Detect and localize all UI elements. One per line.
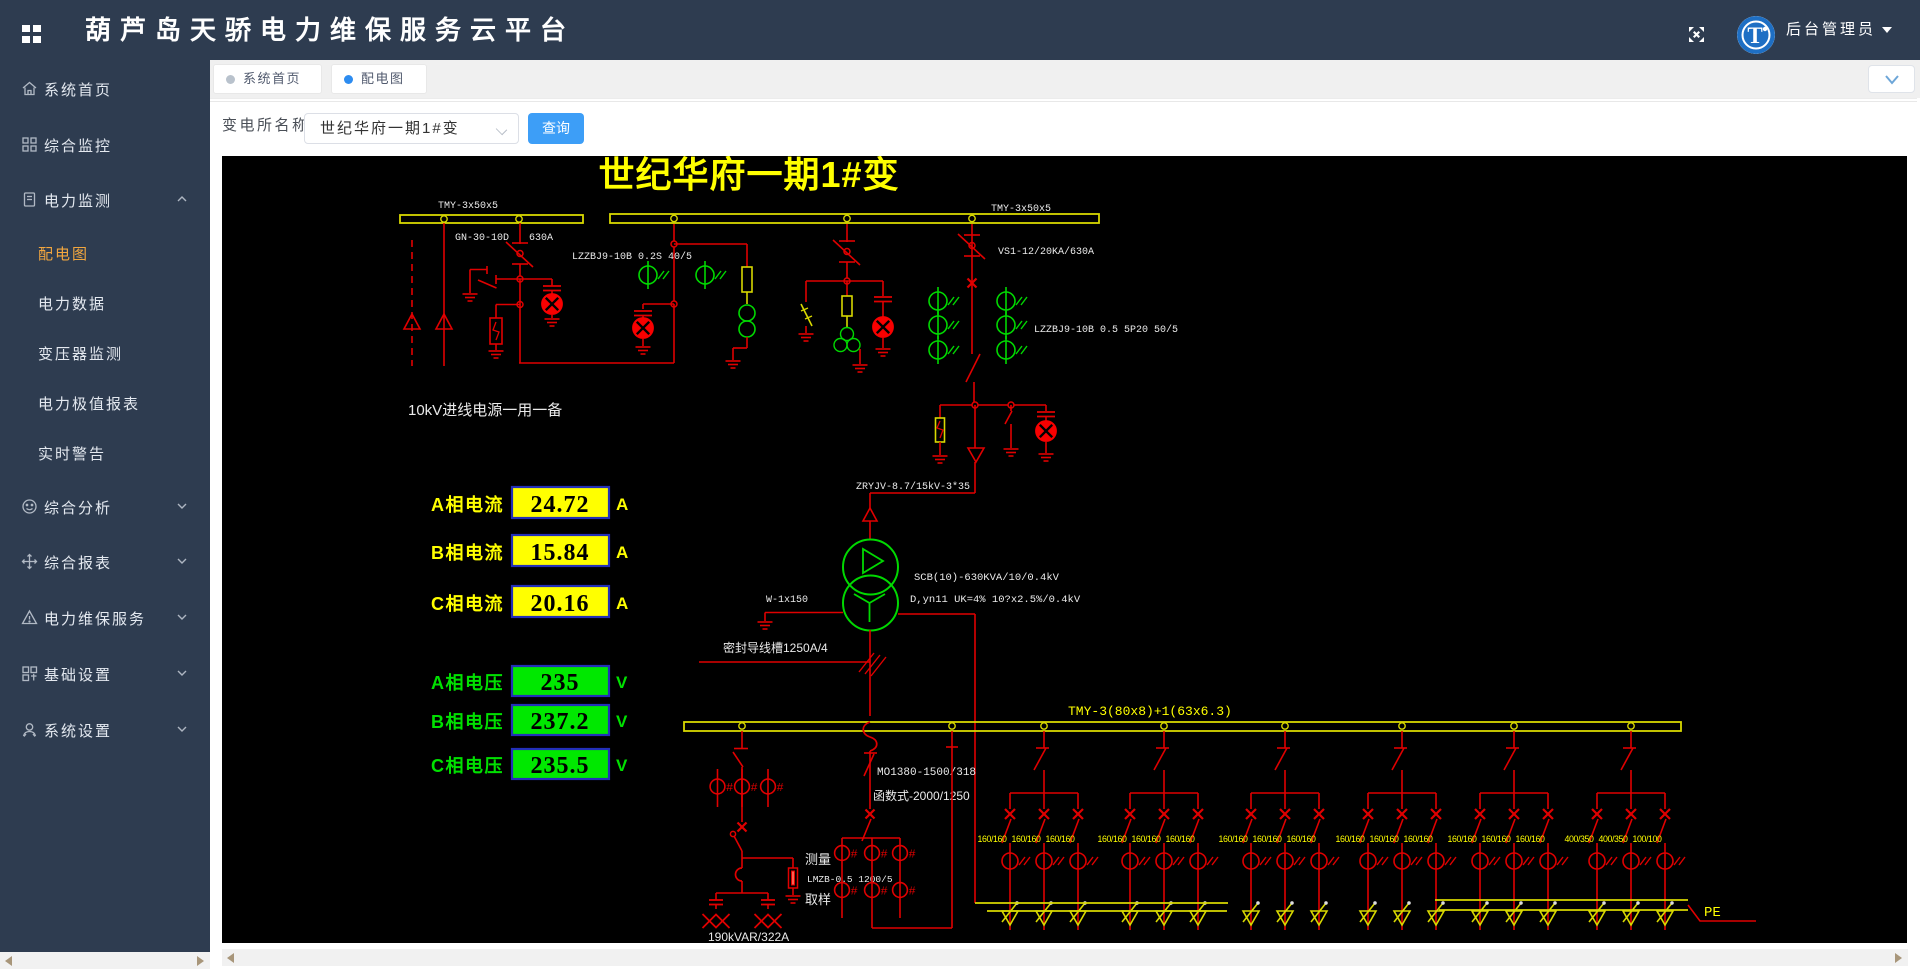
svg-text:C相电流: C相电流 <box>431 593 504 614</box>
svg-text:160/160: 160/160 <box>1219 834 1249 844</box>
svg-text:#: # <box>851 885 858 899</box>
svg-text:#: # <box>909 848 916 862</box>
svg-text:D,yn11 UK=4% 10?x2.5%/0.4kV: D,yn11 UK=4% 10?x2.5%/0.4kV <box>910 594 1081 606</box>
svg-text:160/160: 160/160 <box>1098 834 1128 844</box>
svg-text:A: A <box>616 495 628 514</box>
svg-text:630A: 630A <box>529 233 553 244</box>
svg-text:GN-30-10D: GN-30-10D <box>455 233 509 244</box>
svg-text:世纪华府一期1#变: 世纪华府一期1#变 <box>598 156 899 195</box>
svg-text:235: 235 <box>541 670 580 696</box>
svg-text:V: V <box>616 712 628 731</box>
svg-text:237.2: 237.2 <box>531 709 590 735</box>
svg-text:LZZBJ9-10B 0.5 5P20 50/5: LZZBJ9-10B 0.5 5P20 50/5 <box>1034 324 1178 336</box>
svg-text:V: V <box>616 673 628 692</box>
svg-text:160/160: 160/160 <box>1253 834 1283 844</box>
svg-text:160/160: 160/160 <box>1287 834 1317 844</box>
svg-text:24.72: 24.72 <box>531 492 590 518</box>
svg-text:#: # <box>881 885 888 899</box>
svg-text:160/160: 160/160 <box>1012 834 1042 844</box>
svg-text:LZZBJ9-10B 0.2S 40/5: LZZBJ9-10B 0.2S 40/5 <box>572 251 692 263</box>
svg-text:160/160: 160/160 <box>1132 834 1162 844</box>
svg-text:235.5: 235.5 <box>531 753 590 779</box>
svg-text:160/160: 160/160 <box>1336 834 1366 844</box>
svg-text:A相电流: A相电流 <box>431 494 504 515</box>
svg-text:#: # <box>777 781 784 795</box>
svg-text:V: V <box>616 756 628 775</box>
svg-text:400/350: 400/350 <box>1599 834 1629 844</box>
svg-text:MO1380-1500/318: MO1380-1500/318 <box>877 767 976 779</box>
svg-text:#: # <box>909 885 916 899</box>
svg-text:100/100: 100/100 <box>1633 834 1663 844</box>
svg-text:TMY-3x50x5: TMY-3x50x5 <box>991 204 1051 215</box>
svg-text:10kV进线电源一用一备: 10kV进线电源一用一备 <box>408 402 562 419</box>
svg-text:#: # <box>751 781 758 795</box>
svg-text:A相电压: A相电压 <box>431 672 504 693</box>
svg-text:160/160: 160/160 <box>1370 834 1400 844</box>
svg-text:LMZB-0.5 1200/5: LMZB-0.5 1200/5 <box>807 874 893 885</box>
svg-text:W-1x150: W-1x150 <box>766 595 808 606</box>
svg-text:160/160: 160/160 <box>1404 834 1434 844</box>
svg-text:#: # <box>881 848 888 862</box>
svg-text:VS1-12/20KA/630A: VS1-12/20KA/630A <box>998 246 1094 258</box>
svg-text:PE: PE <box>1704 905 1721 921</box>
svg-text:B相电流: B相电流 <box>431 542 504 563</box>
svg-text:400/350: 400/350 <box>1565 834 1595 844</box>
svg-text:160/160: 160/160 <box>1166 834 1196 844</box>
svg-text:密封导线槽1250A/4: 密封导线槽1250A/4 <box>723 640 828 655</box>
svg-text:160/160: 160/160 <box>1516 834 1546 844</box>
svg-text:B相电压: B相电压 <box>431 711 504 732</box>
svg-text:C相电压: C相电压 <box>431 755 504 776</box>
svg-text:15.84: 15.84 <box>531 540 590 566</box>
svg-text:TMY-3(80x8)+1(63x6.3): TMY-3(80x8)+1(63x6.3) <box>1068 704 1232 719</box>
svg-text:ZRYJV-8.7/15kV-3*35: ZRYJV-8.7/15kV-3*35 <box>856 481 970 493</box>
svg-text:20.16: 20.16 <box>531 591 590 617</box>
svg-text:160/160: 160/160 <box>1482 834 1512 844</box>
svg-text:TMY-3x50x5: TMY-3x50x5 <box>438 201 498 212</box>
svg-text:160/160: 160/160 <box>978 834 1008 844</box>
svg-text:190kVAR/322A: 190kVAR/322A <box>708 930 789 943</box>
svg-text:160/160: 160/160 <box>1448 834 1478 844</box>
svg-text:#: # <box>851 848 858 862</box>
svg-text:SCB(10)-630KVA/10/0.4kV: SCB(10)-630KVA/10/0.4kV <box>914 572 1060 584</box>
svg-text:函数式-2000/1250: 函数式-2000/1250 <box>873 788 970 803</box>
svg-text:A: A <box>616 543 628 562</box>
svg-text:#: # <box>726 781 733 795</box>
svg-text:A: A <box>616 594 628 613</box>
svg-text:160/160: 160/160 <box>1046 834 1076 844</box>
svg-text:T: T <box>1747 23 1762 48</box>
svg-text:测量: 测量 <box>805 852 831 867</box>
svg-text:取样: 取样 <box>805 892 831 907</box>
